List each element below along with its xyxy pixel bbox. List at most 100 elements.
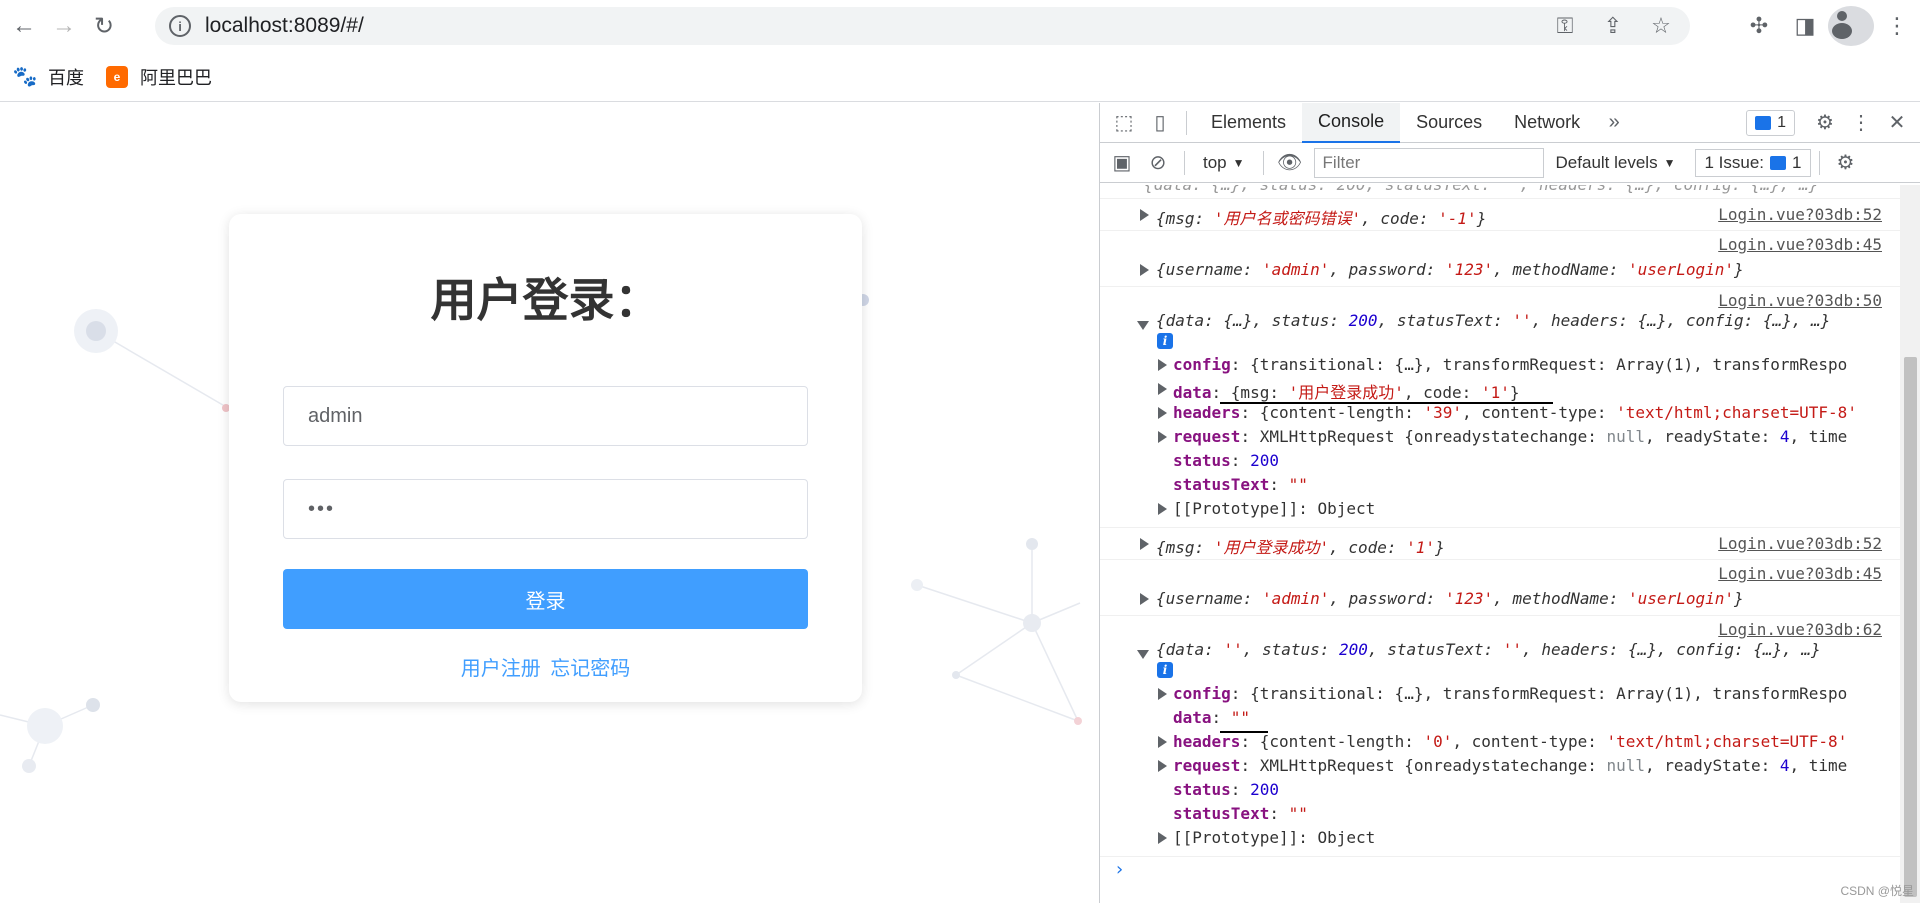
page-viewport: 用户登录： admin ••• 登录 用户注册 忘记密码	[0, 103, 1099, 903]
expand-arrow-icon[interactable]	[1158, 359, 1167, 371]
issues-button[interactable]: 1 Issue: 1	[1695, 148, 1811, 177]
console-entry-expanded[interactable]: Login.vue?03db:50 {data: {…}, status: 20…	[1100, 287, 1900, 528]
info-icon[interactable]: i	[1157, 333, 1173, 349]
source-link[interactable]: Login.vue?03db:45	[1718, 235, 1882, 254]
expand-arrow-icon[interactable]	[1158, 431, 1167, 443]
source-link[interactable]: Login.vue?03db:52	[1718, 205, 1882, 224]
console-entry-expanded[interactable]: Login.vue?03db:62 {data: '', status: 200…	[1100, 616, 1900, 856]
expand-arrow-icon[interactable]	[1158, 383, 1167, 395]
dropdown-arrow-icon: ▼	[1663, 155, 1676, 170]
console-line: statusText: ""	[1173, 804, 1308, 823]
expand-arrow-icon[interactable]	[1158, 688, 1167, 700]
bookmark-baidu[interactable]: 🐾 百度	[13, 64, 84, 90]
console-line: status: 200	[1173, 451, 1279, 470]
divider	[1184, 150, 1185, 175]
key-icon[interactable]: ⚿	[1548, 11, 1582, 41]
extensions-icon[interactable]: ✣	[1736, 6, 1782, 46]
inspect-element-icon[interactable]: ⬚	[1106, 103, 1142, 143]
console-entry[interactable]: Login.vue?03db:45 {username: 'admin', pa…	[1100, 560, 1900, 616]
sidebar-toggle-icon[interactable]: ▣	[1104, 143, 1140, 183]
tab-elements[interactable]: Elements	[1195, 103, 1302, 143]
share-icon[interactable]: ⇪	[1596, 11, 1630, 41]
bookmark-alibaba[interactable]: e 阿里巴巴	[106, 64, 212, 90]
live-expression-eye-icon[interactable]: 👁	[1272, 143, 1308, 183]
console-line: {data: {…}, status: 200, statusText: '',…	[1156, 311, 1831, 330]
star-icon[interactable]: ☆	[1644, 11, 1678, 41]
expand-arrow-icon[interactable]	[1158, 736, 1167, 748]
expand-arrow-icon[interactable]	[1158, 760, 1167, 772]
console-line: status: 200	[1173, 780, 1279, 799]
log-levels-dropdown[interactable]: Default levels ▼	[1556, 153, 1676, 173]
more-menu-icon[interactable]: ⋮	[1874, 6, 1920, 46]
source-link[interactable]: Login.vue?03db:52	[1718, 534, 1882, 553]
tab-sources[interactable]: Sources	[1400, 103, 1498, 143]
message-icon	[1755, 115, 1772, 130]
side-panel-icon[interactable]: ◨	[1782, 6, 1828, 46]
console-scrollbar[interactable]	[1900, 185, 1920, 903]
divider	[1262, 150, 1264, 175]
settings-gear-icon[interactable]: ⚙	[1807, 103, 1843, 143]
console-settings-gear-icon[interactable]: ⚙	[1828, 143, 1864, 183]
console-entry: {data: {…}, status: 200, statusText: '',…	[1100, 185, 1900, 199]
console-line: headers: {content-length: '0', content-t…	[1173, 732, 1848, 751]
filter-input[interactable]: Filter	[1313, 147, 1544, 178]
arrow-left-icon: ←	[12, 12, 36, 39]
expand-arrow-icon[interactable]	[1158, 832, 1167, 844]
collapse-arrow-icon[interactable]	[1137, 650, 1149, 659]
console-line: config: {transitional: {…}, transformReq…	[1173, 355, 1848, 374]
context-selector[interactable]: top ▼	[1193, 153, 1255, 173]
device-toolbar-icon[interactable]: ▯	[1142, 103, 1178, 143]
messages-badge[interactable]: 1	[1746, 109, 1795, 136]
bookmark-label: 百度	[48, 67, 84, 88]
expand-arrow-icon[interactable]	[1158, 503, 1167, 515]
profile-button[interactable]	[1828, 6, 1874, 46]
alibaba-icon: e	[106, 65, 128, 88]
console-line: data: {msg: '用户登录成功', code: '1'}	[1173, 383, 1520, 402]
login-button[interactable]: 登录	[283, 569, 808, 629]
url-text[interactable]: localhost:8089/#/	[205, 14, 364, 38]
collapse-arrow-icon[interactable]	[1137, 321, 1149, 330]
more-tabs-icon[interactable]: »	[1596, 103, 1632, 143]
tab-console[interactable]: Console	[1302, 102, 1401, 143]
console-line: {msg: '用户名或密码错误', code: '-1'}	[1156, 209, 1487, 228]
forgot-password-link[interactable]: 忘记密码	[550, 658, 630, 680]
clear-console-icon[interactable]: ⊘	[1140, 143, 1176, 183]
source-link[interactable]: Login.vue?03db:50	[1718, 291, 1882, 310]
tab-network[interactable]: Network	[1498, 103, 1596, 143]
customize-menu-icon[interactable]: ⋮	[1843, 103, 1879, 143]
reload-button[interactable]: ↻	[84, 6, 124, 46]
site-info-icon[interactable]: i	[169, 15, 191, 37]
expand-arrow-icon[interactable]	[1140, 209, 1149, 221]
source-link[interactable]: Login.vue?03db:45	[1718, 564, 1882, 583]
auth-links: 用户注册 忘记密码	[229, 652, 862, 681]
devtools-panel: ⬚ ▯ Elements Console Sources Network » 1…	[1099, 102, 1920, 903]
divider	[1818, 150, 1820, 175]
prompt-chevron-icon: ›	[1114, 859, 1125, 880]
context-value: top	[1203, 152, 1227, 172]
console-prompt-row[interactable]: ›	[1100, 856, 1900, 886]
register-link[interactable]: 用户注册	[461, 658, 541, 680]
source-link[interactable]: Login.vue?03db:62	[1718, 620, 1882, 639]
console-line: {data: {…}, status: 200, statusText: '',…	[1144, 185, 1818, 194]
password-input[interactable]: •••	[283, 479, 808, 539]
username-input[interactable]: admin	[283, 386, 808, 446]
console-entry[interactable]: {msg: '用户登录成功', code: '1'} Login.vue?03d…	[1100, 528, 1900, 560]
console-entry[interactable]: {msg: '用户名或密码错误', code: '-1'} Login.vue?…	[1100, 199, 1900, 231]
expand-arrow-icon[interactable]	[1158, 407, 1167, 419]
info-icon[interactable]: i	[1157, 662, 1173, 678]
expand-arrow-icon[interactable]	[1140, 593, 1149, 605]
address-bar[interactable]: i localhost:8089/#/ ⚿ ⇪ ☆	[155, 7, 1690, 45]
bookmarks-bar: 🐾 百度 e 阿里巴巴	[0, 52, 1920, 102]
scrollbar-thumb[interactable]	[1904, 357, 1917, 897]
reload-icon: ↻	[93, 12, 115, 40]
dropdown-arrow-icon: ▼	[1232, 155, 1245, 170]
back-button[interactable]: ←	[4, 6, 44, 46]
expand-arrow-icon[interactable]	[1140, 264, 1149, 276]
expand-arrow-icon[interactable]	[1140, 538, 1149, 550]
close-devtools-icon[interactable]: ✕	[1879, 103, 1915, 143]
console-line: statusText: ""	[1173, 475, 1308, 494]
console-log[interactable]: {data: {…}, status: 200, statusText: '',…	[1100, 185, 1900, 903]
forward-button[interactable]: →	[44, 6, 84, 46]
console-entry[interactable]: Login.vue?03db:45 {username: 'admin', pa…	[1100, 231, 1900, 287]
browser-toolbar: ← → ↻ i localhost:8089/#/ ⚿ ⇪ ☆ ✣ ◨ ⋮	[0, 0, 1920, 52]
